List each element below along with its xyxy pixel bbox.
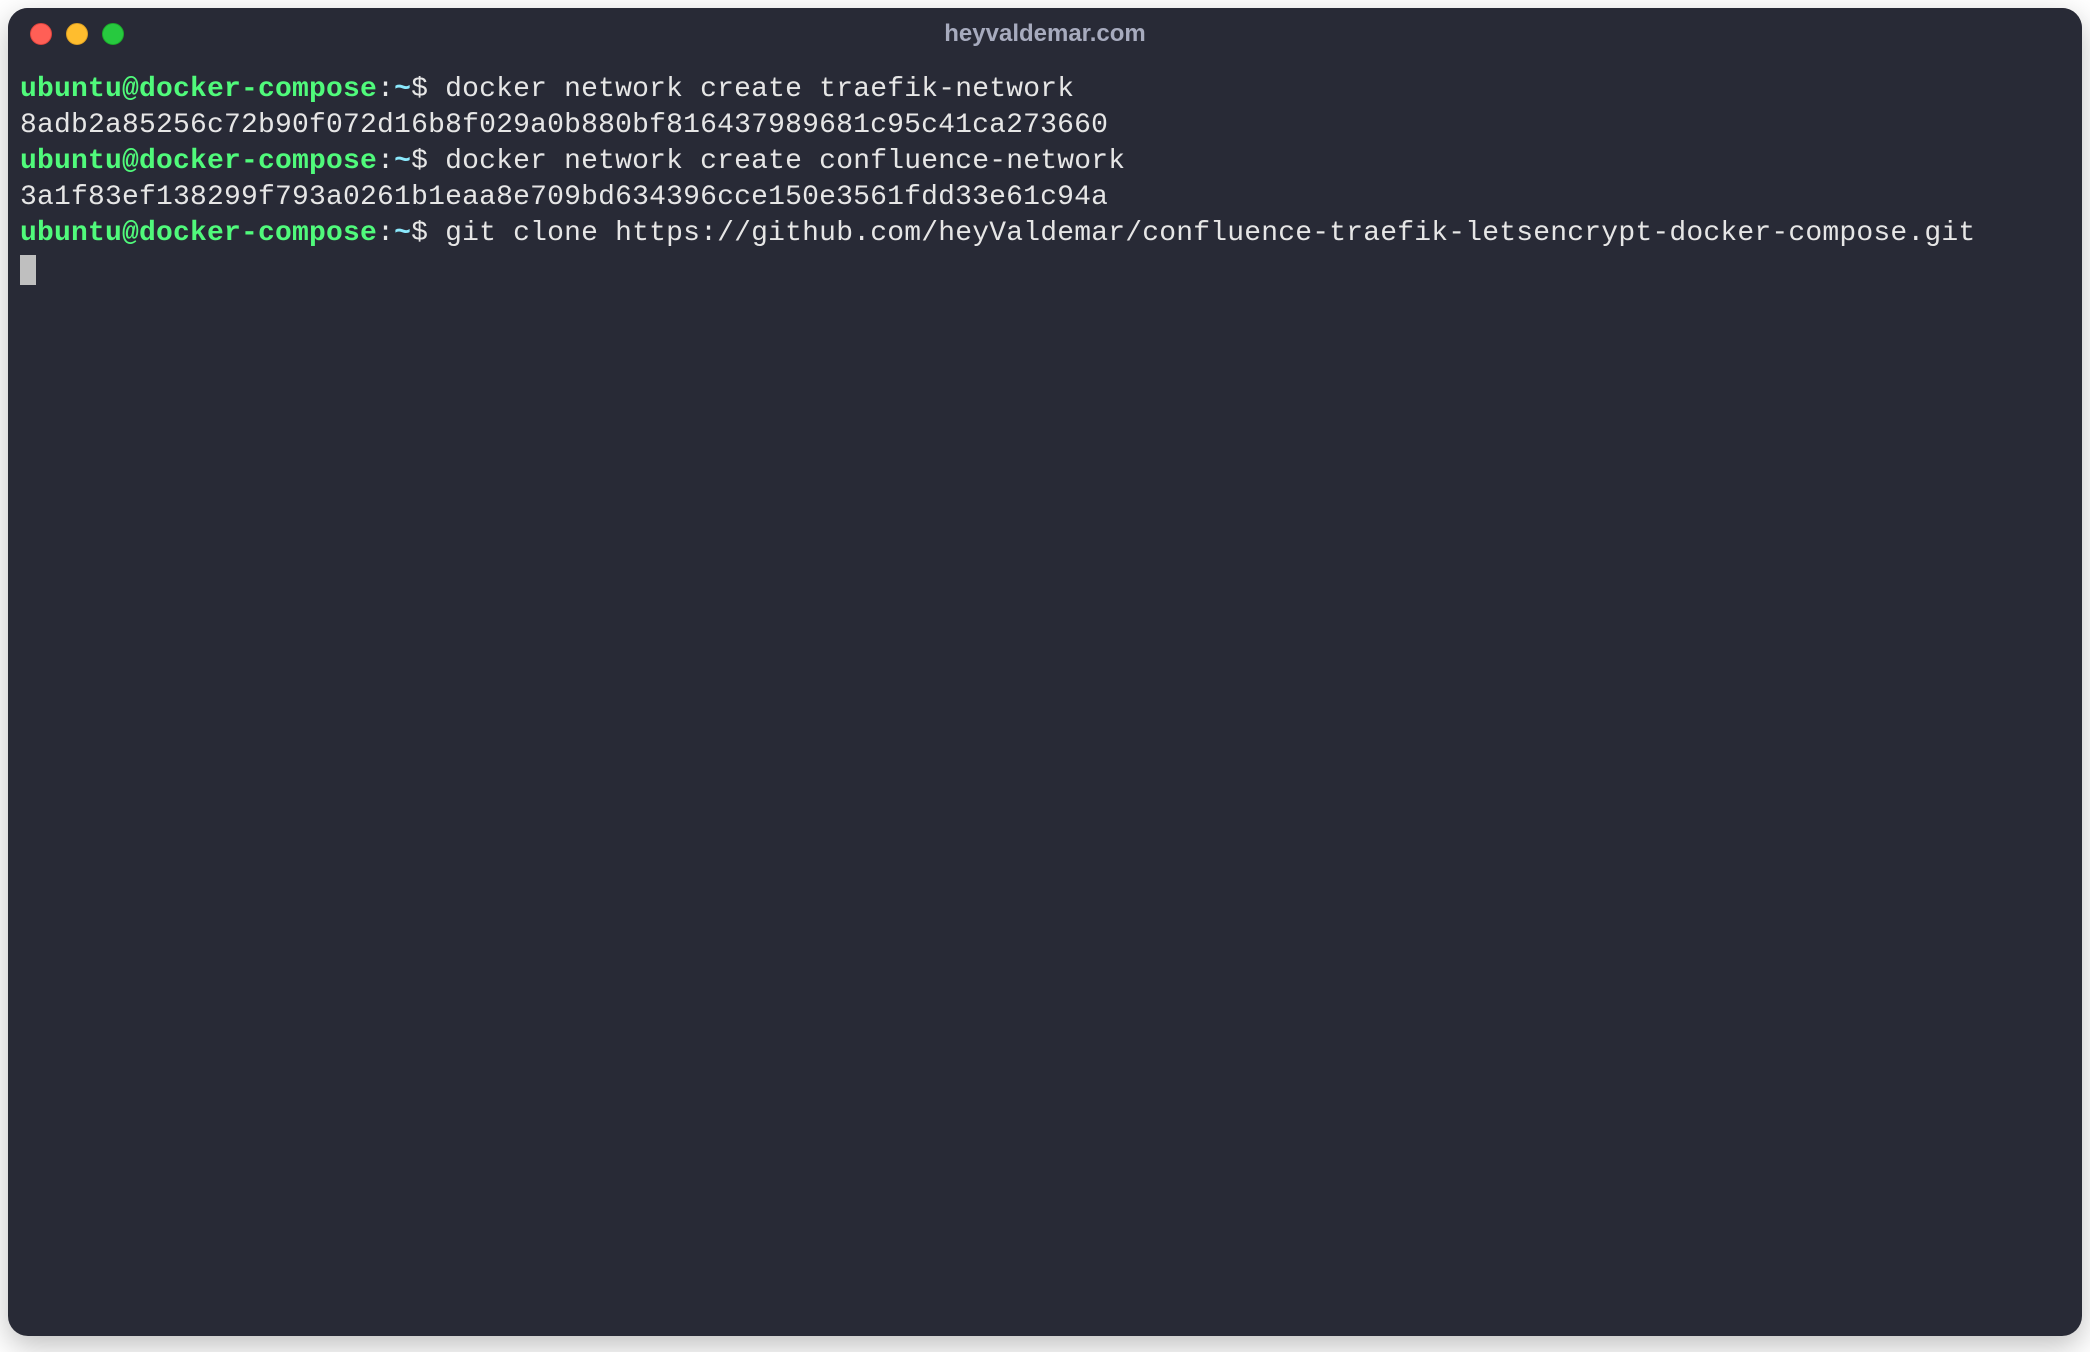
terminal-window: heyvaldemar.com ubuntu@docker-compose:~$… — [8, 8, 2082, 1336]
prompt-path: ~ — [394, 74, 411, 105]
traffic-lights — [30, 8, 124, 60]
window-title: heyvaldemar.com — [944, 20, 1145, 48]
prompt-user-host: ubuntu@docker-compose — [20, 146, 377, 177]
prompt-path: ~ — [394, 218, 411, 249]
maximize-icon[interactable] — [102, 23, 124, 45]
prompt-symbol: $ — [411, 74, 428, 105]
titlebar: heyvaldemar.com — [8, 8, 2082, 60]
prompt-separator: : — [377, 218, 394, 249]
terminal-body[interactable]: ubuntu@docker-compose:~$ docker network … — [8, 60, 2082, 300]
command-text: git clone https://github.com/heyValdemar… — [445, 218, 1975, 249]
command-text: docker network create confluence-network — [445, 146, 1125, 177]
close-icon[interactable] — [30, 23, 52, 45]
prompt-line: ubuntu@docker-compose:~$ docker network … — [20, 146, 1125, 177]
prompt-line: ubuntu@docker-compose:~$ docker network … — [20, 74, 1074, 105]
prompt-user-host: ubuntu@docker-compose — [20, 74, 377, 105]
output-text: 8adb2a85256c72b90f072d16b8f029a0b880bf81… — [20, 110, 1108, 141]
prompt-separator: : — [377, 146, 394, 177]
command-text: docker network create traefik-network — [445, 74, 1074, 105]
prompt-user-host: ubuntu@docker-compose — [20, 218, 377, 249]
prompt-symbol: $ — [411, 218, 428, 249]
prompt-line: ubuntu@docker-compose:~$ git clone https… — [20, 218, 1975, 249]
output-text: 3a1f83ef138299f793a0261b1eaa8e709bd63439… — [20, 182, 1108, 213]
cursor — [20, 255, 36, 285]
prompt-symbol: $ — [411, 146, 428, 177]
prompt-path: ~ — [394, 146, 411, 177]
prompt-separator: : — [377, 74, 394, 105]
minimize-icon[interactable] — [66, 23, 88, 45]
